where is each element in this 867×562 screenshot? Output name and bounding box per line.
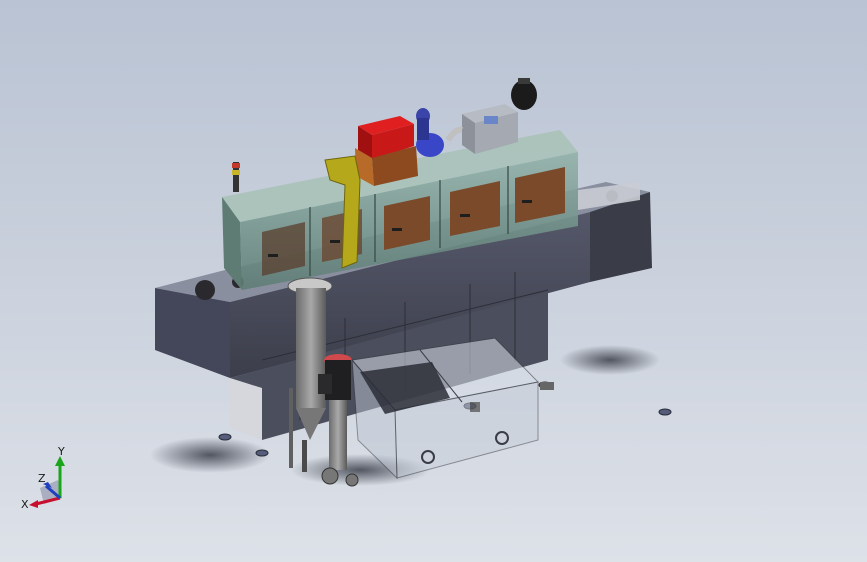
machine-model[interactable] xyxy=(0,0,867,562)
cad-viewport[interactable]: Y X Z xyxy=(0,0,867,562)
x-arrowhead-icon xyxy=(29,500,38,508)
x-axis-label: X xyxy=(21,498,29,511)
z-axis-label: Z xyxy=(38,472,46,485)
orientation-triad[interactable]: Y X Z xyxy=(18,446,78,512)
y-axis-label: Y xyxy=(57,446,65,458)
signal-tower[interactable] xyxy=(232,162,240,192)
